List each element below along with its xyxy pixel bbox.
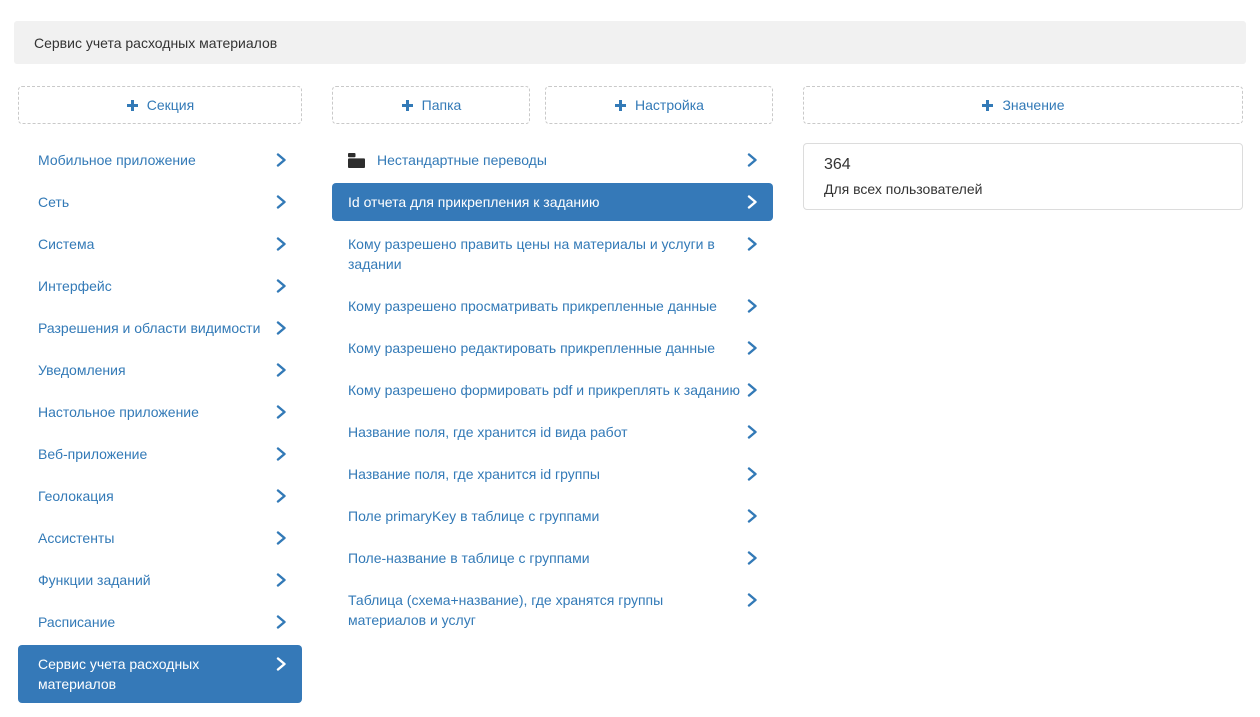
values-buttons-row: Значение — [803, 86, 1243, 124]
section-item[interactable]: Функции заданий — [18, 559, 302, 601]
plus-icon — [401, 99, 414, 112]
add-folder-button[interactable]: Папка — [332, 86, 530, 124]
section-item[interactable]: Разрешения и области видимости — [18, 307, 302, 349]
chevron-right-icon — [276, 405, 286, 419]
add-section-label: Секция — [147, 97, 194, 113]
sections-column: Секция Мобильное приложение Сеть Система — [18, 86, 302, 705]
page-title: Сервис учета расходных материалов — [14, 21, 1246, 64]
section-item-label: Уведомления — [38, 360, 270, 380]
setting-item[interactable]: Id отчета для прикрепления к заданию — [332, 183, 773, 221]
chevron-right-icon — [747, 467, 757, 481]
section-item-label: Сеть — [38, 192, 270, 212]
section-item-label: Мобильное приложение — [38, 150, 270, 170]
add-section-button[interactable]: Секция — [18, 86, 302, 124]
chevron-right-icon — [747, 509, 757, 523]
add-setting-button[interactable]: Настройка — [545, 86, 773, 124]
setting-item[interactable]: Название поля, где хранится id вида рабо… — [332, 411, 773, 453]
chevron-right-icon — [276, 615, 286, 629]
setting-item-label: Название поля, где хранится id группы — [348, 464, 741, 484]
setting-item-label: Кому разрешено править цены на материалы… — [348, 234, 741, 274]
value-scope: Для всех пользователей — [824, 179, 1222, 199]
setting-item[interactable]: Кому разрешено формировать pdf и прикреп… — [332, 369, 773, 411]
section-item-label: Функции заданий — [38, 570, 270, 590]
section-item[interactable]: Мобильное приложение — [18, 139, 302, 181]
chevron-right-icon — [747, 237, 757, 251]
chevron-right-icon — [747, 551, 757, 565]
setting-item-label: Id отчета для прикрепления к заданию — [348, 192, 741, 212]
chevron-right-icon — [276, 363, 286, 377]
values-column: Значение 364 Для всех пользователей — [803, 86, 1243, 210]
sections-list: Мобильное приложение Сеть Система — [18, 139, 302, 705]
chevron-right-icon — [276, 573, 286, 587]
setting-item[interactable]: Нестандартные переводы — [332, 139, 773, 181]
section-item[interactable]: Интерфейс — [18, 265, 302, 307]
plus-icon — [614, 99, 627, 112]
section-item-label: Разрешения и области видимости — [38, 318, 270, 338]
plus-icon — [126, 99, 139, 112]
section-item-label: Система — [38, 234, 270, 254]
chevron-right-icon — [747, 383, 757, 397]
section-item[interactable]: Уведомления — [18, 349, 302, 391]
section-item-label: Настольное приложение — [38, 402, 270, 422]
section-item[interactable]: Сеть — [18, 181, 302, 223]
chevron-right-icon — [276, 657, 286, 671]
add-setting-label: Настройка — [635, 97, 704, 113]
settings-column: Папка Настройка Нестандартные переводы — [332, 86, 773, 641]
setting-item-label: Кому разрешено просматривать прикрепленн… — [348, 296, 741, 316]
setting-item[interactable]: Кому разрешено редактировать прикрепленн… — [332, 327, 773, 369]
chevron-right-icon — [747, 153, 757, 167]
settings-list: Нестандартные переводы Id отчета для при… — [332, 139, 773, 641]
folder-icon — [348, 153, 365, 168]
section-item-label: Интерфейс — [38, 276, 270, 296]
chevron-right-icon — [747, 195, 757, 209]
sections-buttons-row: Секция — [18, 86, 302, 124]
chevron-right-icon — [276, 489, 286, 503]
chevron-right-icon — [747, 425, 757, 439]
section-item-label: Расписание — [38, 612, 270, 632]
chevron-right-icon — [276, 237, 286, 251]
setting-item[interactable]: Таблица (схема+название), где хранятся г… — [332, 579, 773, 641]
setting-item-label: Кому разрешено редактировать прикрепленн… — [348, 338, 741, 358]
setting-item-label: Нестандартные переводы — [377, 150, 741, 170]
chevron-right-icon — [276, 279, 286, 293]
values-list: 364 Для всех пользователей — [803, 143, 1243, 210]
setting-item[interactable]: Название поля, где хранится id группы — [332, 453, 773, 495]
chevron-right-icon — [276, 321, 286, 335]
section-item-label: Сервис учета расходных материалов — [38, 654, 270, 694]
chevron-right-icon — [747, 593, 757, 607]
section-item[interactable]: Настольное приложение — [18, 391, 302, 433]
section-item-label: Веб-приложение — [38, 444, 270, 464]
section-item[interactable]: Сервис учета расходных материалов — [18, 645, 302, 703]
add-value-label: Значение — [1002, 97, 1064, 113]
setting-item[interactable]: Кому разрешено просматривать прикрепленн… — [332, 285, 773, 327]
setting-item-label: Таблица (схема+название), где хранятся г… — [348, 590, 741, 630]
setting-item-label: Поле primaryKey в таблице с группами — [348, 506, 741, 526]
chevron-right-icon — [276, 447, 286, 461]
setting-item[interactable]: Поле primaryKey в таблице с группами — [332, 495, 773, 537]
chevron-right-icon — [276, 531, 286, 545]
setting-item-label: Поле-название в таблице с группами — [348, 548, 741, 568]
add-folder-label: Папка — [422, 97, 462, 113]
setting-item[interactable]: Поле-название в таблице с группами — [332, 537, 773, 579]
section-item[interactable]: Система — [18, 223, 302, 265]
setting-item-label: Кому разрешено формировать pdf и прикреп… — [348, 380, 741, 400]
chevron-right-icon — [747, 299, 757, 313]
section-item-label: Геолокация — [38, 486, 270, 506]
section-item[interactable]: Ассистенты — [18, 517, 302, 559]
chevron-right-icon — [276, 195, 286, 209]
setting-item[interactable]: Кому разрешено править цены на материалы… — [332, 223, 773, 285]
settings-buttons-row: Папка Настройка — [332, 86, 773, 124]
value-card[interactable]: 364 Для всех пользователей — [803, 143, 1243, 210]
add-value-button[interactable]: Значение — [803, 86, 1243, 124]
setting-item-label: Название поля, где хранится id вида рабо… — [348, 422, 741, 442]
chevron-right-icon — [276, 153, 286, 167]
section-item-label: Ассистенты — [38, 528, 270, 548]
plus-icon — [981, 99, 994, 112]
chevron-right-icon — [747, 341, 757, 355]
value-text: 364 — [824, 153, 1222, 176]
section-item[interactable]: Геолокация — [18, 475, 302, 517]
section-item[interactable]: Веб-приложение — [18, 433, 302, 475]
section-item[interactable]: Расписание — [18, 601, 302, 643]
